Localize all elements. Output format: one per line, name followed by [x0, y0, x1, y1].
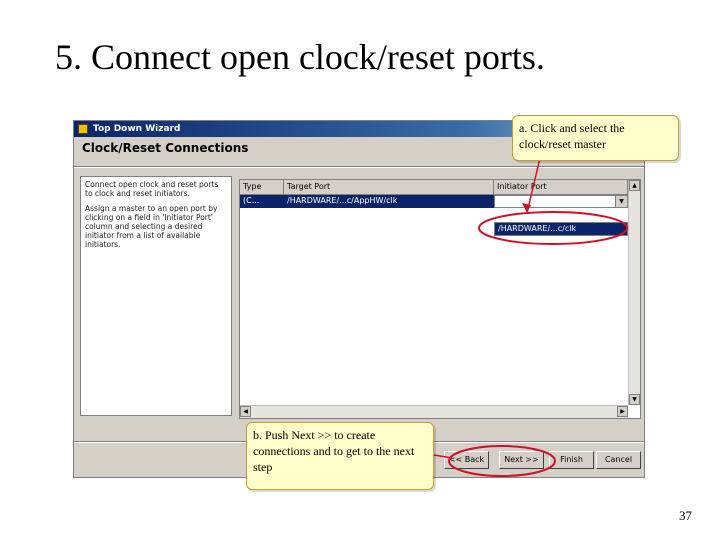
initiator-option[interactable]: /HARDWARE/...c/clk	[495, 223, 627, 235]
finish-button[interactable]: Finish	[549, 451, 594, 469]
connections-table: Type Target Port Initiator Port (C... /H…	[239, 179, 641, 419]
cancel-button[interactable]: Cancel	[596, 451, 641, 469]
callout-push-next: b. Push Next >> to create connections an…	[246, 422, 434, 490]
type-cell[interactable]: (C...	[240, 195, 284, 208]
help-text-1: Connect open clock and reset ports to cl…	[85, 180, 219, 198]
column-header-type[interactable]: Type	[240, 180, 284, 195]
table-row[interactable]: (C... /HARDWARE/...c/AppHW/clk ▼	[240, 195, 628, 208]
app-icon	[78, 124, 88, 134]
column-header-initiator-port[interactable]: Initiator Port	[494, 180, 628, 195]
horizontal-scrollbar[interactable]: ◀ ▶	[240, 405, 628, 418]
arrow-left-icon[interactable]: ◀	[240, 406, 251, 417]
arrow-right-icon[interactable]: ▶	[617, 406, 628, 417]
next-button[interactable]: Next >>	[499, 451, 544, 469]
header-divider	[74, 166, 644, 168]
page-number: 37	[679, 508, 692, 523]
target-port-cell[interactable]: /HARDWARE/...c/AppHW/clk	[284, 195, 494, 208]
initiator-dropdown-list: /HARDWARE/...c/clk	[494, 222, 628, 236]
arrow-up-icon[interactable]: ▲	[629, 180, 640, 191]
window-title: Top Down Wizard	[93, 124, 181, 134]
column-header-target-port[interactable]: Target Port	[284, 180, 494, 195]
help-text-2: Assign a master to an open port by click…	[85, 204, 218, 249]
arrow-down-icon[interactable]: ▼	[629, 394, 640, 405]
initiator-port-combobox[interactable]: ▼	[494, 195, 628, 208]
slide-title: 5. Connect open clock/reset ports.	[55, 37, 545, 77]
callout-select-master: a. Click and select the clock/reset mast…	[512, 115, 679, 161]
chevron-down-icon[interactable]: ▼	[615, 196, 627, 207]
help-panel: Connect open clock and reset ports to cl…	[80, 176, 232, 416]
table-header: Type Target Port Initiator Port	[240, 180, 628, 195]
vertical-scrollbar[interactable]: ▲ ▼	[628, 180, 640, 405]
back-button[interactable]: << Back	[444, 451, 489, 469]
page-heading: Clock/Reset Connections	[82, 141, 249, 155]
